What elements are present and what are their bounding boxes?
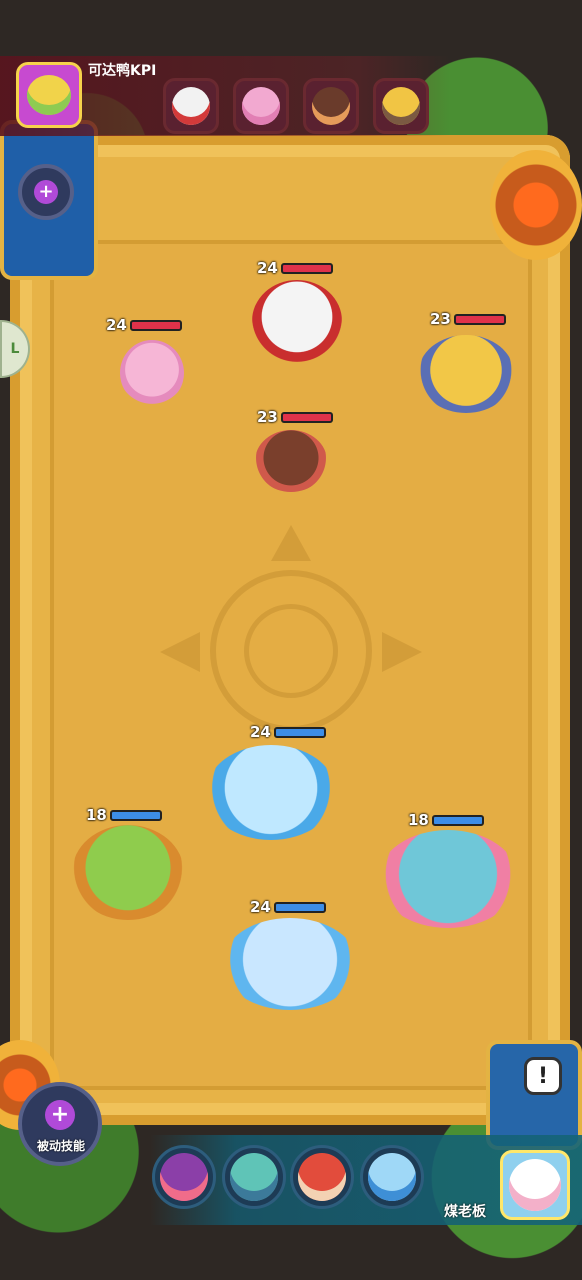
opponent-portrait-helmet-knight-hero[interactable] (373, 78, 429, 134)
hp-fill (432, 814, 484, 826)
player-name: 煤老板 (444, 1204, 486, 1220)
unit-level: 18 (408, 811, 429, 829)
white-monkey-warrior[interactable] (252, 280, 342, 362)
player-avatar[interactable] (500, 1150, 570, 1220)
opponent-portrait-tribal-girl-hero[interactable] (303, 78, 359, 134)
hand-card-purple-radish-hero[interactable] (152, 1145, 216, 1209)
opponent-avatar[interactable] (16, 62, 82, 128)
pink-cat-hero-icon (242, 87, 280, 125)
ice-swordsman[interactable] (206, 745, 336, 840)
exclamation-icon: ! (537, 1063, 549, 1089)
unit-level: 23 (430, 310, 451, 328)
ally-hp-bar: 18 (86, 806, 162, 824)
helmet-knight[interactable] (418, 335, 514, 413)
opponent-passive-button[interactable]: + (18, 164, 74, 220)
unit-level: 24 (250, 723, 271, 741)
hp-fill (274, 901, 326, 913)
enemy-hp-bar: 24 (257, 259, 333, 277)
white-red-horned-hero-icon (172, 87, 210, 125)
teal-mermaid-hero-icon (230, 1153, 278, 1201)
plus-icon: + (34, 180, 58, 204)
hp-fill (110, 809, 162, 821)
unit-level: 24 (257, 259, 278, 277)
hp-fill (454, 313, 506, 325)
hp-fill (281, 262, 333, 274)
enemy-hp-bar: 23 (430, 310, 506, 328)
plus-icon: + (45, 1100, 75, 1130)
ice-queen[interactable] (222, 918, 358, 1010)
helmet-knight-hero-icon (382, 87, 420, 125)
plant-jester[interactable] (72, 825, 184, 920)
enemy-hp-bar: 23 (257, 408, 333, 426)
ally-hp-bar: 24 (250, 723, 326, 741)
fire-orb-top-right (490, 150, 582, 260)
ally-hp-bar: 18 (408, 811, 484, 829)
opponent-name: 可达鸭KPI (88, 63, 157, 79)
unit-level: 18 (86, 806, 107, 824)
tribal-girl-hero-icon (312, 87, 350, 125)
unit-level: 24 (250, 898, 271, 916)
alert-button[interactable]: ! (524, 1057, 562, 1095)
hand-card-ice-swordsman-hero[interactable] (360, 1145, 424, 1209)
ice-swordsman-hero-icon (368, 1153, 416, 1201)
tribal-spear-girl[interactable] (255, 430, 327, 492)
arrow-left-mark (160, 632, 200, 672)
purple-radish-hero-icon (160, 1153, 208, 1201)
unit-level: 24 (106, 316, 127, 334)
opponent-portrait-pink-cat-hero[interactable] (233, 78, 289, 134)
ally-hp-bar: 24 (250, 898, 326, 916)
hp-fill (130, 319, 182, 331)
arena-center-emblem (210, 570, 372, 732)
unit-level: 23 (257, 408, 278, 426)
passive-skill-label: 被动技能 (36, 1139, 85, 1153)
arrow-right-mark (382, 632, 422, 672)
hp-fill (274, 726, 326, 738)
hand-card-red-fox-hero[interactable] (290, 1145, 354, 1209)
pink-cat-girl[interactable] (120, 340, 184, 406)
laughing-ghost-icon (509, 1159, 561, 1211)
duck-icon (27, 75, 71, 115)
opponent-portrait-white-red-horned-hero[interactable] (163, 78, 219, 134)
red-fox-hero-icon (298, 1153, 346, 1201)
hp-fill (281, 411, 333, 423)
shark-cook[interactable] (378, 830, 518, 928)
arrow-up-mark (271, 525, 311, 561)
enemy-hp-bar: 24 (106, 316, 182, 334)
hand-card-teal-mermaid-hero[interactable] (222, 1145, 286, 1209)
side-tab-icon: L (10, 341, 20, 357)
